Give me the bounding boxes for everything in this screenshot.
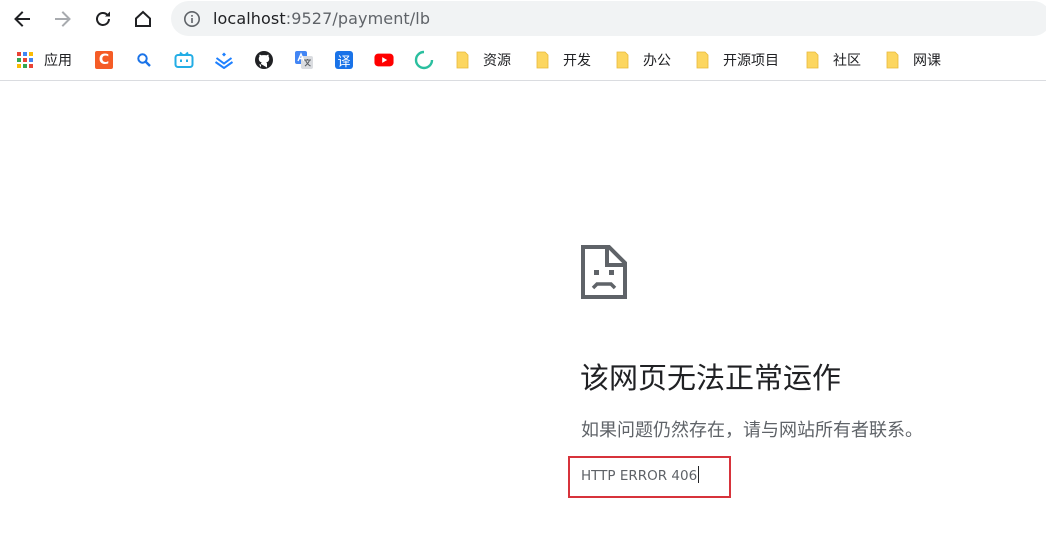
sad-page-icon (581, 245, 627, 299)
bookmark-apps-label: 应用 (44, 53, 72, 69)
forward-button[interactable] (49, 5, 77, 33)
folder-icon (804, 50, 824, 70)
bookmark-folder-office[interactable]: 办公 (614, 49, 671, 71)
juejin-icon (214, 50, 234, 70)
bookmarks-bar: 应用 C 译 资源 开发 办公 开源项目 社区 网课 (0, 40, 1046, 81)
bookmark-csdn[interactable]: C (94, 49, 114, 71)
bookmark-github[interactable] (254, 49, 274, 71)
bookmark-juejin[interactable] (214, 49, 234, 71)
reload-button[interactable] (89, 5, 117, 33)
folder-icon (884, 50, 904, 70)
bookmark-folder-label: 资源 (483, 53, 511, 69)
annotation-highlight-box (568, 456, 731, 498)
bookmark-google-translate[interactable] (294, 49, 314, 71)
reload-icon (96, 11, 110, 26)
info-icon[interactable] (183, 10, 201, 28)
github-icon (254, 50, 274, 70)
csdn-icon: C (95, 51, 113, 69)
error-description: 如果问题仍然存在，请与网站所有者联系。 (581, 420, 923, 441)
bookmark-folder-label: 开源项目 (723, 53, 779, 69)
bookmark-folder-label: 开发 (563, 53, 591, 69)
address-bar[interactable]: localhost:9527/payment/lb (171, 1, 1046, 36)
translate-icon: 译 (335, 51, 353, 70)
bookmark-search[interactable] (134, 49, 154, 71)
error-title: 该网页无法正常运作 (580, 361, 842, 395)
apps-grid-icon (15, 50, 35, 70)
error-page: 该网页无法正常运作 如果问题仍然存在，请与网站所有者联系。 HTTP ERROR… (0, 82, 1046, 542)
home-icon (135, 10, 151, 27)
google-translate-icon (294, 50, 314, 70)
arrow-right-icon (55, 11, 71, 27)
bookmark-youtube[interactable] (374, 49, 394, 71)
arrow-left-icon (14, 11, 30, 27)
bookmark-folder-label: 办公 (643, 53, 671, 69)
folder-icon (614, 50, 634, 70)
url-path: :9527/payment/lb (285, 9, 431, 28)
bookmark-youdao-translate[interactable]: 译 (334, 49, 354, 71)
bookmark-folder-resources[interactable]: 资源 (454, 49, 511, 71)
folder-icon (454, 50, 474, 70)
browser-toolbar: localhost:9527/payment/lb (0, 0, 1046, 38)
folder-icon (534, 50, 554, 70)
bookmark-folder-community[interactable]: 社区 (804, 49, 861, 71)
bookmark-bilibili[interactable] (174, 49, 194, 71)
bookmark-folder-label: 社区 (833, 53, 861, 69)
url-text: localhost:9527/payment/lb (213, 9, 430, 29)
circle-arc-icon (414, 50, 434, 70)
bookmark-folder-label: 网课 (913, 53, 941, 69)
bookmark-loading-site[interactable] (414, 49, 434, 71)
bookmark-folder-courses[interactable]: 网课 (884, 49, 941, 71)
bilibili-tv-icon (174, 50, 194, 70)
home-button[interactable] (129, 5, 157, 33)
magnifier-icon (134, 50, 154, 70)
bookmark-folder-open-source[interactable]: 开源项目 (694, 49, 779, 71)
bookmark-folder-development[interactable]: 开发 (534, 49, 591, 71)
folder-icon (694, 50, 714, 70)
youtube-icon (374, 50, 394, 70)
bookmark-apps[interactable]: 应用 (15, 49, 72, 71)
back-button[interactable] (8, 5, 36, 33)
url-host: localhost (213, 9, 286, 28)
